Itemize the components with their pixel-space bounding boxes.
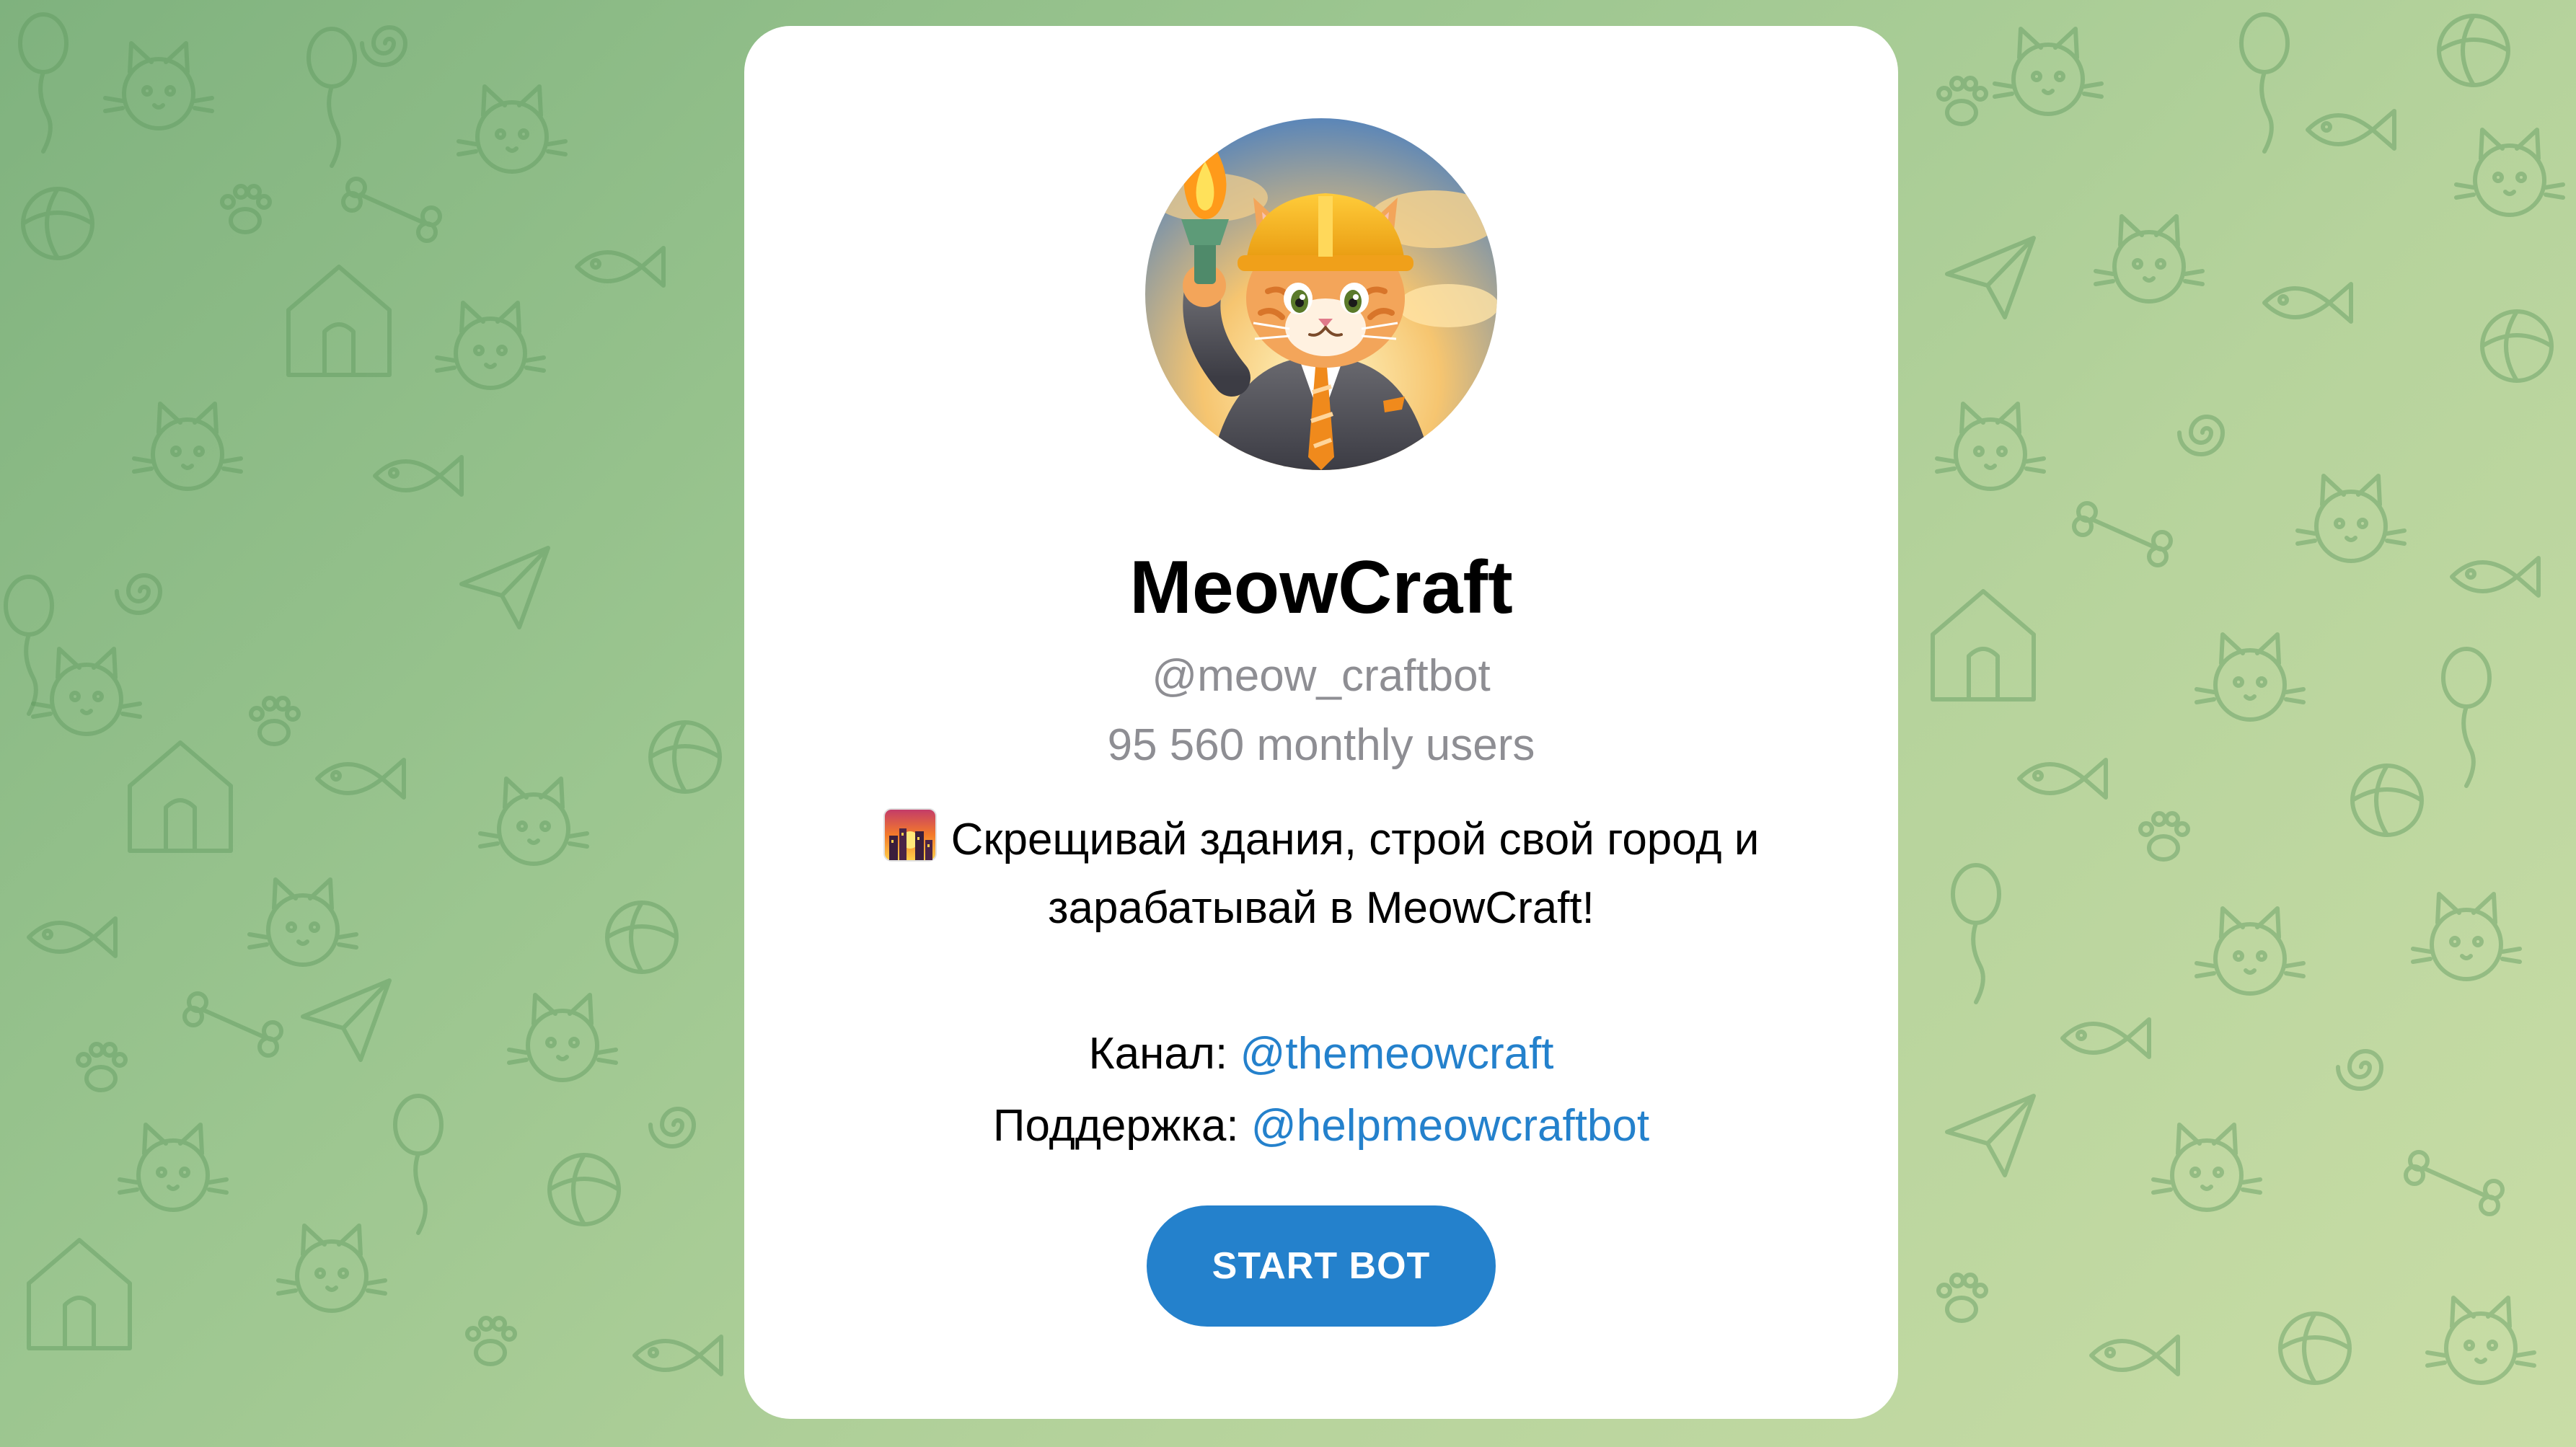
cityscape-at-sunset-emoji-icon [883,808,937,862]
start-bot-button[interactable]: START BOT [1147,1205,1496,1327]
monthly-users-count: 95 560 monthly users [1107,720,1535,770]
bot-username: @meow_craftbot [1152,651,1491,701]
description-text-1: Скрещивай здания, строй свой город и [950,815,1760,864]
support-line: Поддержка: @helpmeowcraftbot [744,1097,1898,1155]
support-link[interactable]: @helpmeowcraftbot [1251,1101,1649,1151]
channel-label: Канал: [1088,1029,1228,1079]
support-label: Поддержка: [992,1101,1239,1151]
bot-name: MeowCraft [1129,546,1513,629]
description-line-2: зарабатывай в MeowCraft! [1048,883,1594,933]
description-line-1: Скрещивай здания, строй свой город и [744,808,1898,869]
channel-line: Канал: @themeowcraft [744,1025,1898,1083]
channel-link[interactable]: @themeowcraft [1240,1029,1553,1079]
cat-avatar-icon [1145,118,1497,470]
bot-avatar [1145,118,1497,470]
bot-profile-card: MeowCraft @meow_craftbot 95 560 monthly … [744,26,1898,1419]
